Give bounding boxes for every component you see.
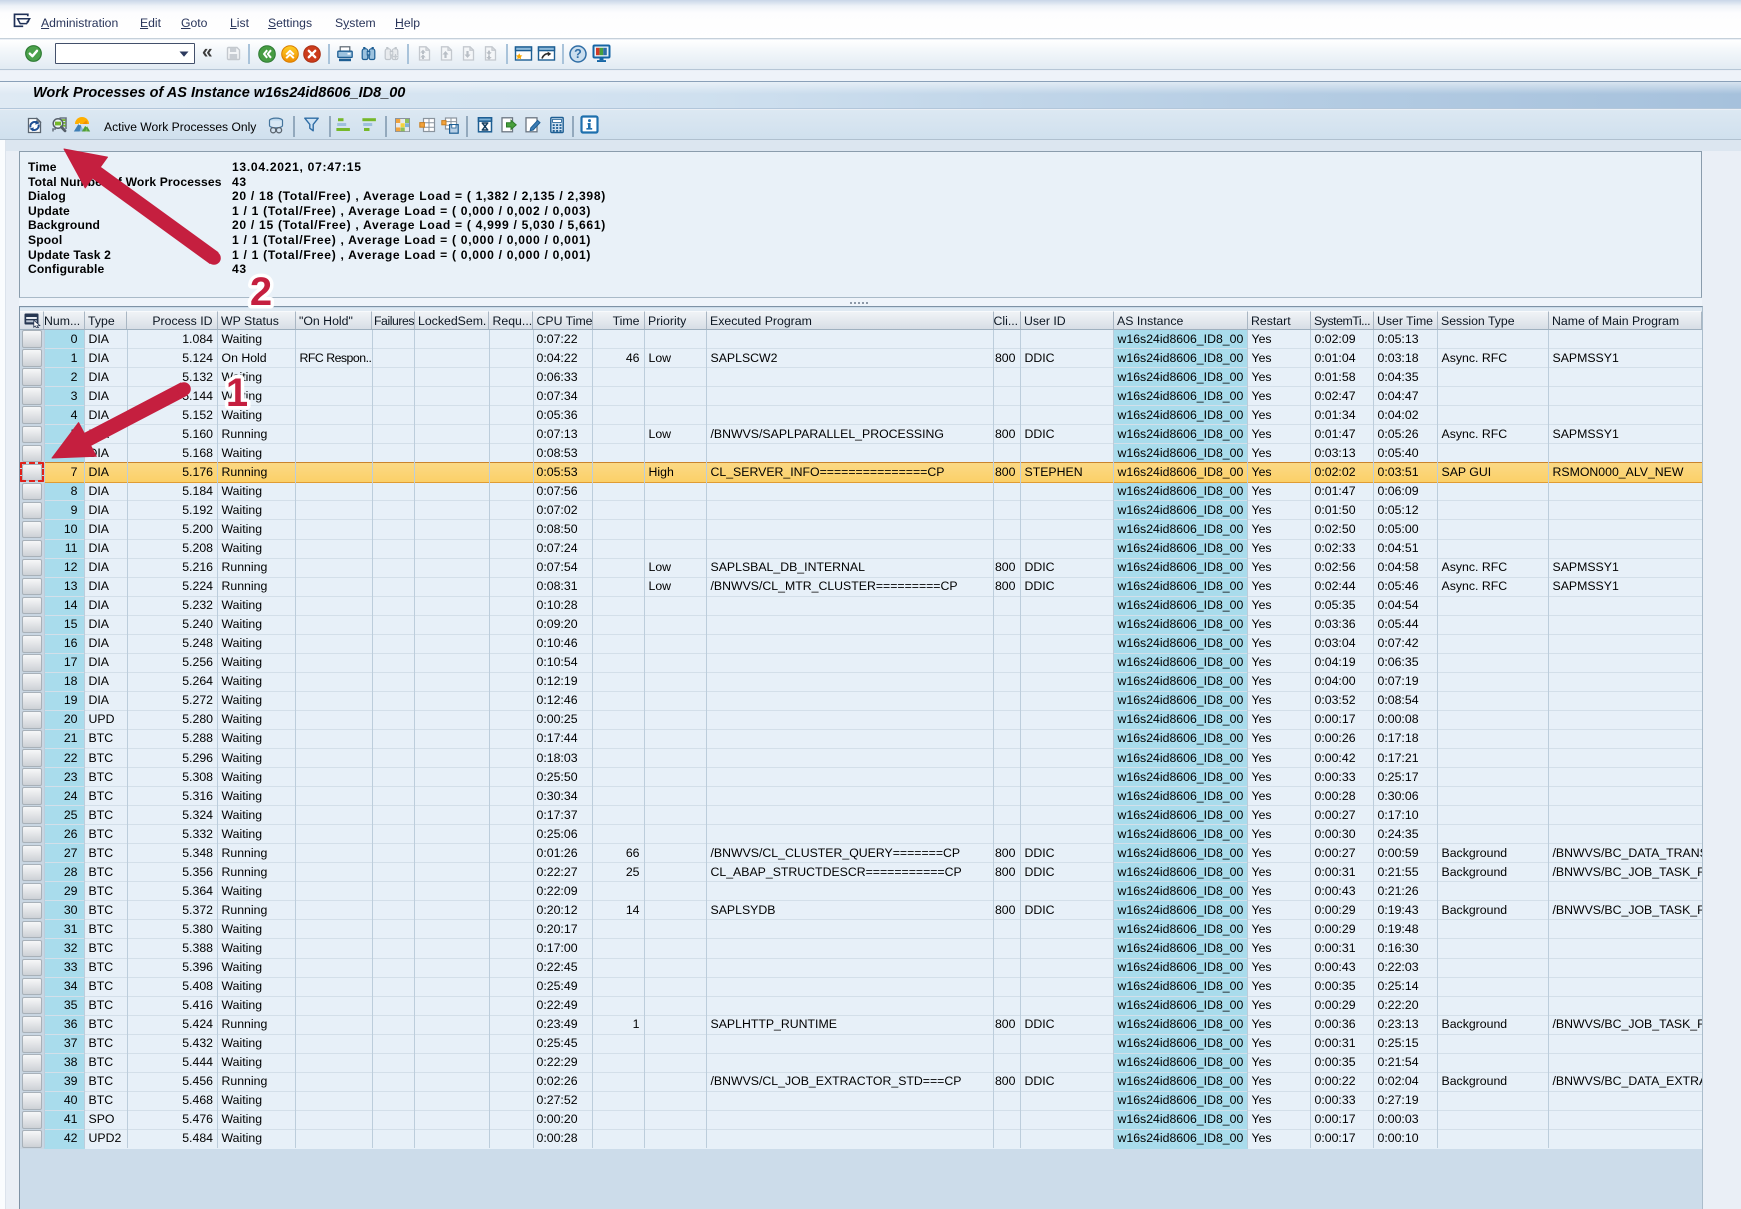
svg-text:1: 1 — [226, 371, 248, 415]
svg-text:2: 2 — [250, 270, 272, 314]
